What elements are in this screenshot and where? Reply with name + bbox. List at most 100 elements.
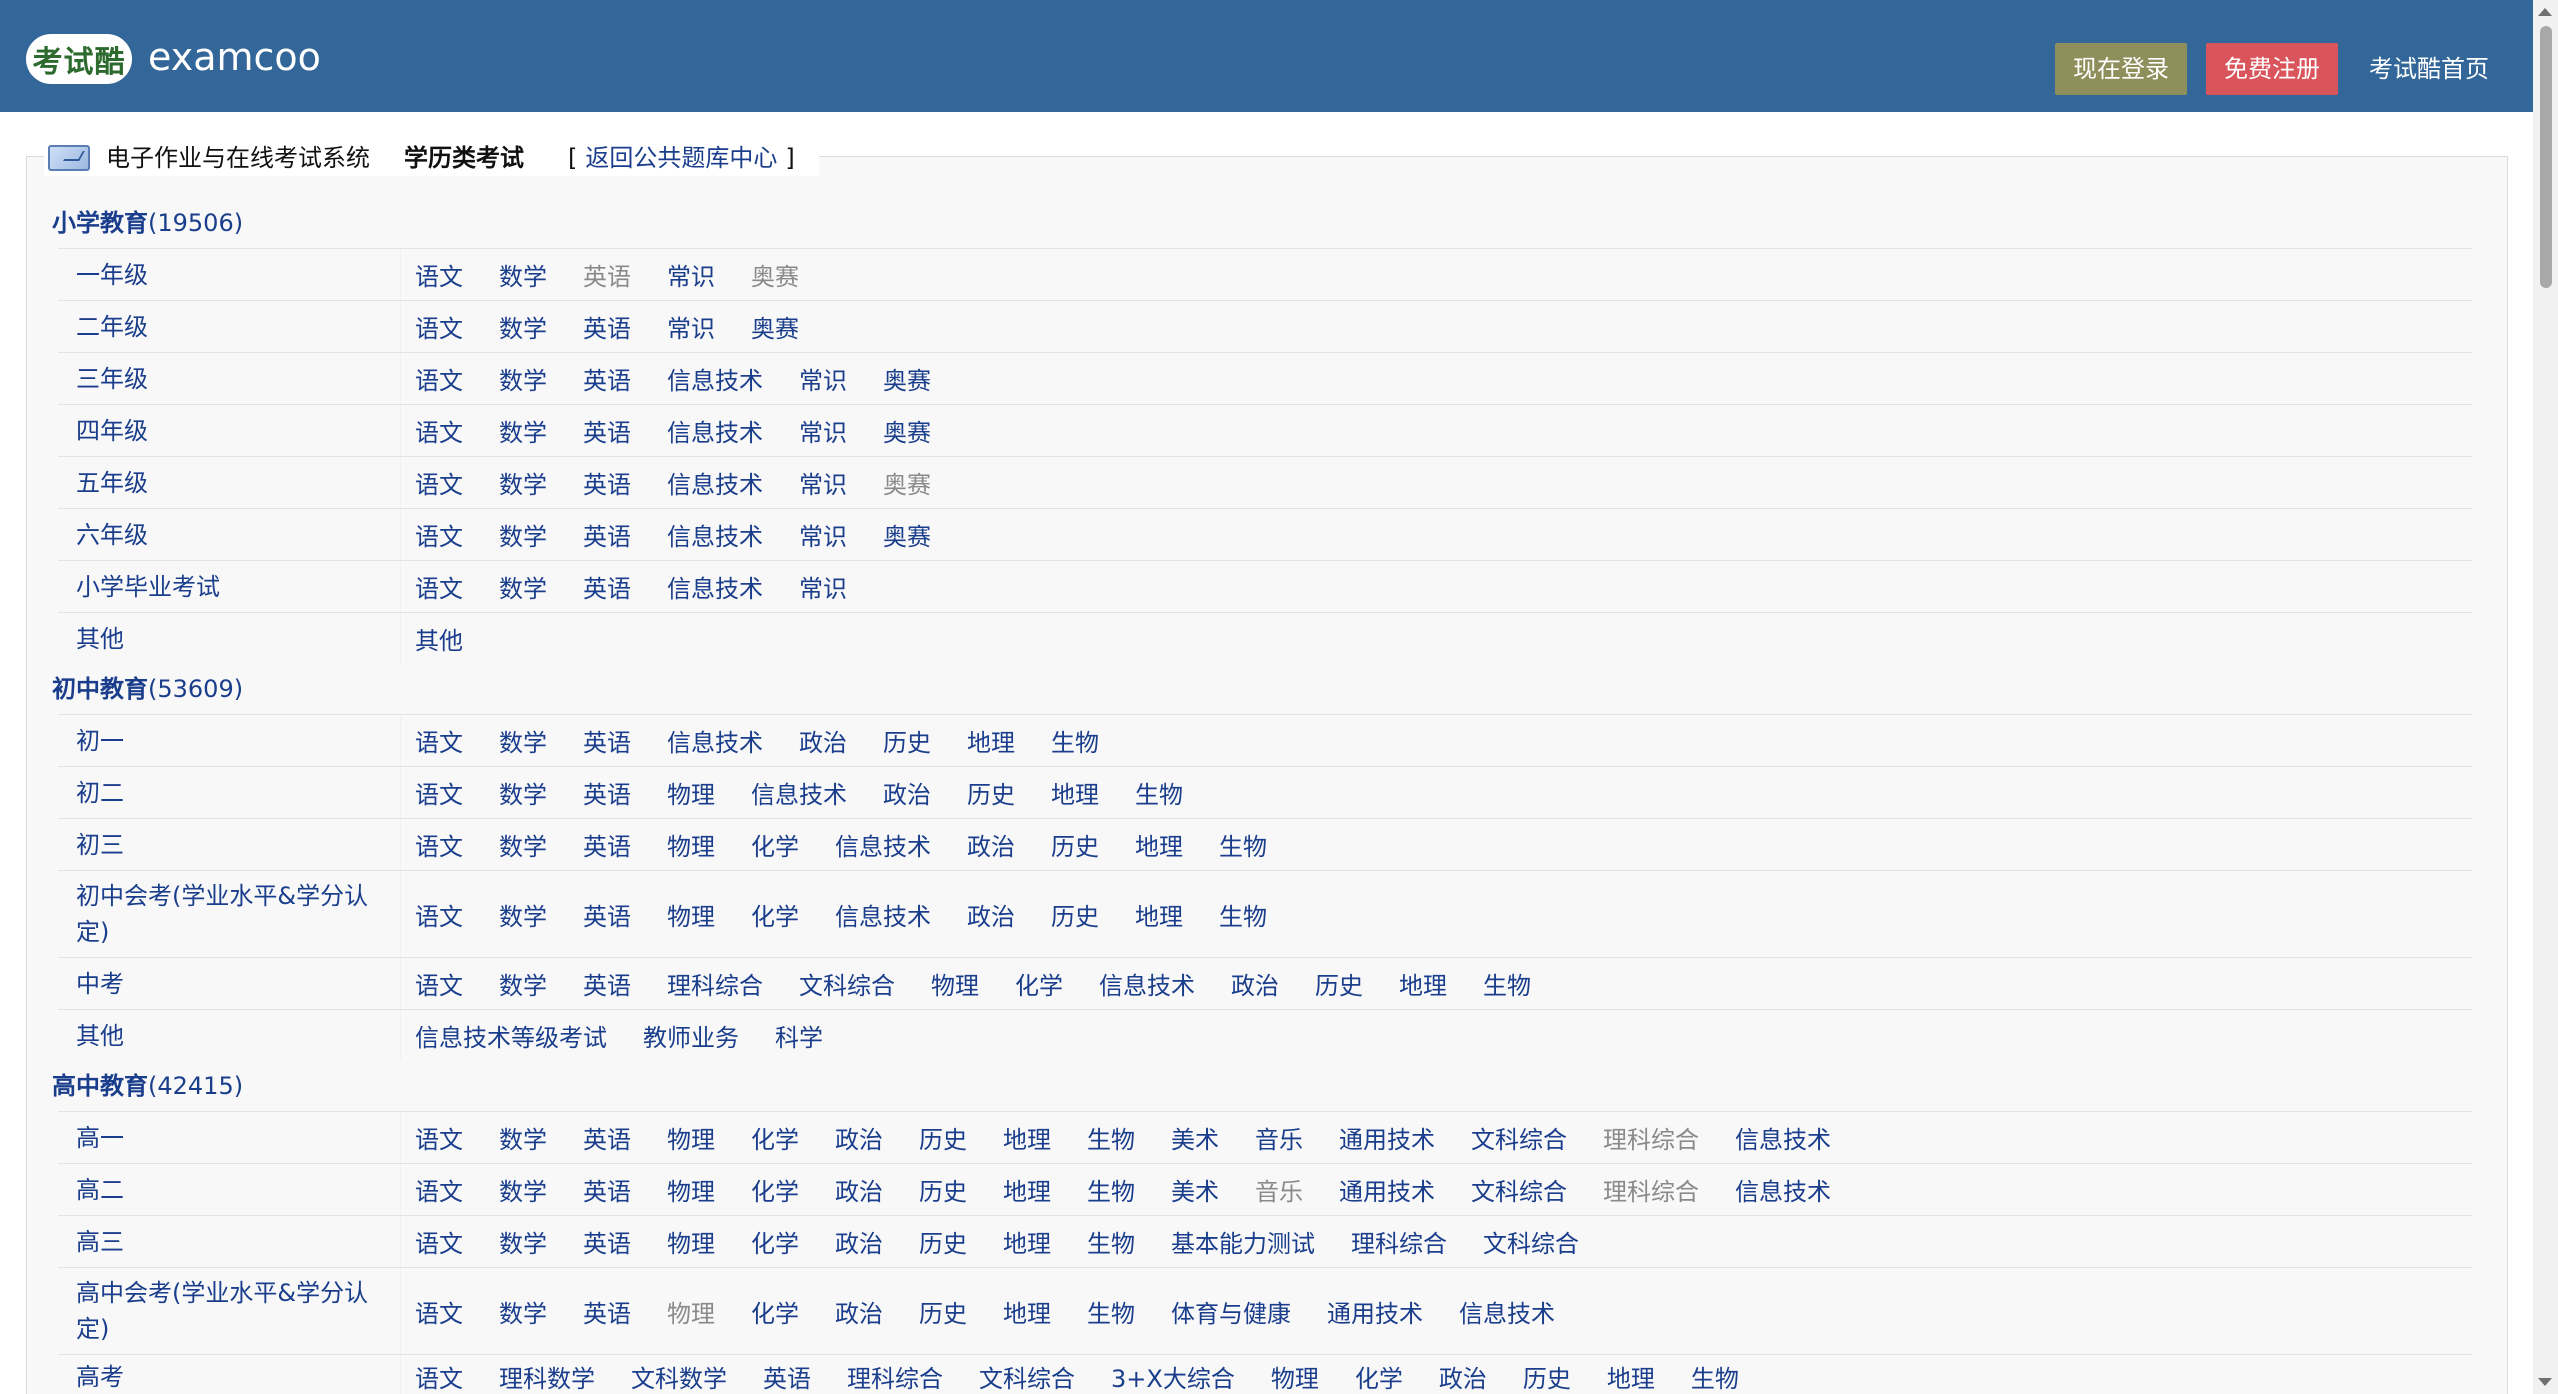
- category-title[interactable]: 初中教育(53609): [52, 664, 2472, 714]
- grade-label[interactable]: 五年级: [58, 457, 400, 508]
- grade-label[interactable]: 四年级: [58, 405, 400, 456]
- grade-label[interactable]: 其他: [58, 613, 400, 664]
- subject-link[interactable]: 政治: [835, 1172, 883, 1207]
- subject-link[interactable]: 历史: [1051, 827, 1099, 862]
- subject-link[interactable]: 物理: [667, 1120, 715, 1155]
- subject-link[interactable]: 英语: [583, 569, 631, 604]
- subject-link[interactable]: 奥赛: [883, 465, 931, 500]
- subject-link[interactable]: 生物: [1483, 966, 1531, 1001]
- subject-link[interactable]: 常识: [799, 517, 847, 552]
- subject-link[interactable]: 常识: [799, 413, 847, 448]
- subject-link[interactable]: 语文: [415, 361, 463, 396]
- subject-link[interactable]: 文科综合: [1471, 1120, 1567, 1155]
- subject-link[interactable]: 英语: [583, 827, 631, 862]
- subject-link[interactable]: 数学: [499, 1172, 547, 1207]
- subject-link[interactable]: 数学: [499, 309, 547, 344]
- register-button[interactable]: 免费注册: [2206, 43, 2338, 95]
- subject-link[interactable]: 政治: [835, 1224, 883, 1259]
- subject-link[interactable]: 信息技术: [835, 827, 931, 862]
- subject-link[interactable]: 理科综合: [667, 966, 763, 1001]
- category-title[interactable]: 小学教育(19506): [52, 198, 2472, 248]
- subject-link[interactable]: 数学: [499, 257, 547, 292]
- subject-link[interactable]: 地理: [1003, 1294, 1051, 1329]
- subject-link[interactable]: 奥赛: [751, 309, 799, 344]
- subject-link[interactable]: 信息技术: [751, 775, 847, 810]
- subject-link[interactable]: 地理: [967, 723, 1015, 758]
- subject-link[interactable]: 生物: [1087, 1120, 1135, 1155]
- category-name[interactable]: 初中教育: [52, 675, 148, 703]
- subject-link[interactable]: 语文: [415, 569, 463, 604]
- subject-link[interactable]: 数学: [499, 361, 547, 396]
- logo-badge[interactable]: 考试酷: [26, 34, 132, 84]
- subject-link[interactable]: 信息技术: [667, 569, 763, 604]
- back-to-question-bank-link[interactable]: 返回公共题库中心: [585, 140, 777, 176]
- subject-link[interactable]: 地理: [1135, 827, 1183, 862]
- grade-label[interactable]: 高中会考(学业水平&学分认定): [58, 1268, 400, 1354]
- grade-label[interactable]: 中考: [58, 958, 400, 1009]
- subject-link[interactable]: 常识: [799, 465, 847, 500]
- subject-link[interactable]: 科学: [775, 1018, 823, 1053]
- subject-link[interactable]: 数学: [499, 897, 547, 932]
- grade-label[interactable]: 高一: [58, 1112, 400, 1163]
- subject-link[interactable]: 英语: [583, 517, 631, 552]
- subject-link[interactable]: 基本能力测试: [1171, 1224, 1315, 1259]
- subject-link[interactable]: 常识: [799, 361, 847, 396]
- subject-link[interactable]: 语文: [415, 966, 463, 1001]
- subject-link[interactable]: 生物: [1087, 1172, 1135, 1207]
- subject-link[interactable]: 数学: [499, 966, 547, 1001]
- grade-label[interactable]: 初中会考(学业水平&学分认定): [58, 871, 400, 957]
- subject-link[interactable]: 美术: [1171, 1120, 1219, 1155]
- subject-link[interactable]: 历史: [919, 1224, 967, 1259]
- subject-link[interactable]: 奥赛: [883, 361, 931, 396]
- scrollbar-thumb[interactable]: [2540, 26, 2552, 288]
- subject-link[interactable]: 语文: [415, 1294, 463, 1329]
- grade-label[interactable]: 三年级: [58, 353, 400, 404]
- grade-label[interactable]: 其他: [58, 1010, 400, 1061]
- subject-link[interactable]: 历史: [919, 1172, 967, 1207]
- subject-link[interactable]: 语文: [415, 413, 463, 448]
- logo-text[interactable]: examcoo: [148, 32, 321, 82]
- subject-link[interactable]: 政治: [967, 827, 1015, 862]
- subject-link[interactable]: 政治: [967, 897, 1015, 932]
- subject-link[interactable]: 物理: [667, 1172, 715, 1207]
- grade-label[interactable]: 初一: [58, 715, 400, 766]
- subject-link[interactable]: 英语: [583, 775, 631, 810]
- subject-link[interactable]: 历史: [1051, 897, 1099, 932]
- subject-link[interactable]: 英语: [583, 1120, 631, 1155]
- scroll-up-arrow-icon[interactable]: [2538, 8, 2552, 16]
- category-name[interactable]: 高中教育: [52, 1072, 148, 1100]
- subject-link[interactable]: 语文: [415, 1172, 463, 1207]
- subject-link[interactable]: 政治: [835, 1294, 883, 1329]
- subject-link[interactable]: 数学: [499, 827, 547, 862]
- subject-link[interactable]: 英语: [583, 361, 631, 396]
- subject-link[interactable]: 信息技术: [835, 897, 931, 932]
- subject-link[interactable]: 英语: [583, 1224, 631, 1259]
- subject-link[interactable]: 地理: [1003, 1224, 1051, 1259]
- subject-link[interactable]: 历史: [919, 1294, 967, 1329]
- subject-link[interactable]: 理科数学: [499, 1359, 595, 1394]
- subject-link[interactable]: 英语: [583, 1294, 631, 1329]
- subject-link[interactable]: 英语: [583, 966, 631, 1001]
- subject-link[interactable]: 通用技术: [1339, 1120, 1435, 1155]
- subject-link[interactable]: 数学: [499, 1120, 547, 1155]
- subject-link[interactable]: 地理: [1003, 1120, 1051, 1155]
- subject-link[interactable]: 英语: [583, 1172, 631, 1207]
- subject-link[interactable]: 生物: [1691, 1359, 1739, 1394]
- subject-link[interactable]: 地理: [1003, 1172, 1051, 1207]
- subject-link[interactable]: 数学: [499, 1224, 547, 1259]
- subject-link[interactable]: 数学: [499, 723, 547, 758]
- subject-link[interactable]: 奥赛: [751, 257, 799, 292]
- subject-link[interactable]: 物理: [667, 827, 715, 862]
- subject-link[interactable]: 语文: [415, 517, 463, 552]
- subject-link[interactable]: 历史: [1315, 966, 1363, 1001]
- subject-link[interactable]: 奥赛: [883, 517, 931, 552]
- subject-link[interactable]: 语文: [415, 257, 463, 292]
- subject-link[interactable]: 数学: [499, 413, 547, 448]
- subject-link[interactable]: 常识: [799, 569, 847, 604]
- subject-link[interactable]: 英语: [583, 465, 631, 500]
- subject-link[interactable]: 数学: [499, 569, 547, 604]
- subject-link[interactable]: 文科综合: [1483, 1224, 1579, 1259]
- subject-link[interactable]: 文科数学: [631, 1359, 727, 1394]
- subject-link[interactable]: 生物: [1219, 827, 1267, 862]
- subject-link[interactable]: 通用技术: [1339, 1172, 1435, 1207]
